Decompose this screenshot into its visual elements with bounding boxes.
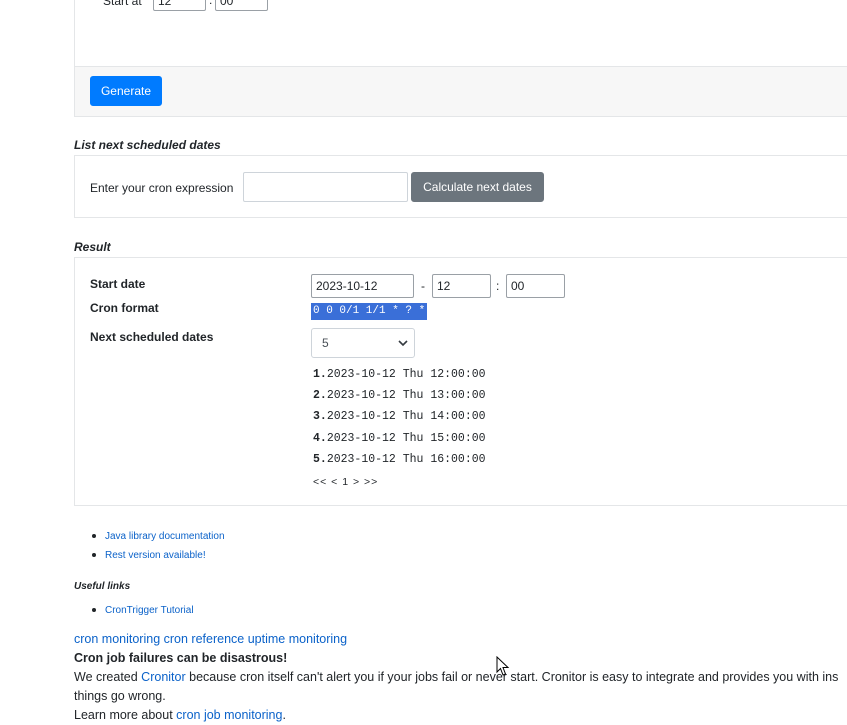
scheduled-date-item: 5.2023-10-12 Thu 16:00:00 bbox=[313, 453, 486, 466]
start-time-colon: : bbox=[496, 279, 500, 293]
generate-button[interactable]: Generate bbox=[90, 76, 162, 106]
start-date-input[interactable]: 2023-10-12 bbox=[311, 274, 414, 298]
java-docs-link[interactable]: Java library documentation bbox=[105, 531, 225, 542]
footer-nav-links: cron monitoring cron reference uptime mo… bbox=[74, 632, 347, 646]
calculate-next-dates-button[interactable]: Calculate next dates bbox=[411, 172, 544, 202]
useful-links-list: CronTrigger Tutorial bbox=[74, 604, 194, 623]
start-at-label: Start at bbox=[103, 0, 142, 8]
paragraph-text: We created bbox=[74, 670, 142, 684]
start-hour-input[interactable]: 12 bbox=[432, 274, 491, 298]
paragraph-text: because cron itself can't alert you if y… bbox=[185, 670, 839, 684]
scheduled-date-item: 4.2023-10-12 Thu 15:00:00 bbox=[313, 432, 486, 445]
generator-card-footer bbox=[74, 66, 847, 117]
crontrigger-tutorial-link[interactable]: CronTrigger Tutorial bbox=[105, 605, 194, 616]
cron-expression-label: Enter your cron expression bbox=[90, 181, 234, 195]
list-item: CronTrigger Tutorial bbox=[74, 604, 194, 623]
start-date-dash: - bbox=[421, 279, 425, 293]
chevron-down-icon bbox=[398, 339, 408, 346]
cron-format-value[interactable]: 0 0 0/1 1/1 * ? * bbox=[311, 303, 428, 320]
cron-format-label: Cron format bbox=[90, 301, 159, 315]
generator-minute-input[interactable]: 00 bbox=[215, 0, 268, 11]
learn-more-line: Learn more about cron job monitoring. bbox=[74, 708, 286, 722]
cronitor-headline: Cron job failures can be disastrous! bbox=[74, 651, 288, 665]
cronitor-link[interactable]: Cronitor bbox=[141, 670, 185, 684]
uptime-monitoring-link[interactable]: uptime monitoring bbox=[248, 632, 347, 646]
useful-links-title: Useful links bbox=[74, 581, 131, 592]
scheduled-date-item: 3.2023-10-12 Thu 14:00:00 bbox=[313, 410, 486, 423]
dates-count-select[interactable]: 5 bbox=[311, 328, 415, 358]
dates-count-value: 5 bbox=[322, 336, 329, 350]
scheduled-date-item: 2.2023-10-12 Thu 13:00:00 bbox=[313, 389, 486, 402]
rest-version-link[interactable]: Rest version available! bbox=[105, 550, 206, 561]
cronitor-paragraph-cont: things go wrong. bbox=[74, 689, 166, 703]
cron-reference-link[interactable]: cron reference bbox=[164, 632, 245, 646]
result-title: Result bbox=[74, 240, 111, 254]
list-next-title: List next scheduled dates bbox=[74, 138, 221, 152]
start-minute-input[interactable]: 00 bbox=[506, 274, 565, 298]
mouse-cursor-icon bbox=[496, 656, 510, 676]
start-date-label: Start date bbox=[90, 277, 146, 291]
paragraph-text: . bbox=[282, 708, 286, 722]
list-next-card: Enter your cron expression Calculate nex… bbox=[74, 155, 847, 218]
generator-colon: : bbox=[209, 0, 213, 7]
list-item: Rest version available! bbox=[74, 549, 225, 568]
cron-job-monitoring-link[interactable]: cron job monitoring bbox=[176, 708, 282, 722]
cronitor-paragraph: We created Cronitor because cron itself … bbox=[74, 670, 838, 684]
paragraph-text: Learn more about bbox=[74, 708, 177, 722]
generator-hour-input[interactable]: 12 bbox=[153, 0, 206, 11]
list-item: Java library documentation bbox=[74, 530, 225, 549]
scheduled-date-item: 1.2023-10-12 Thu 12:00:00 bbox=[313, 368, 486, 381]
cron-monitoring-link[interactable]: cron monitoring bbox=[74, 632, 160, 646]
cron-expression-input[interactable] bbox=[243, 172, 408, 202]
dates-pager[interactable]: << < 1 > >> bbox=[313, 476, 378, 488]
doc-links-list: Java library documentation Rest version … bbox=[74, 530, 225, 568]
result-card: Start date 2023-10-12 - 12 : 00 Cron for… bbox=[74, 257, 847, 506]
next-scheduled-dates-label: Next scheduled dates bbox=[90, 330, 214, 344]
